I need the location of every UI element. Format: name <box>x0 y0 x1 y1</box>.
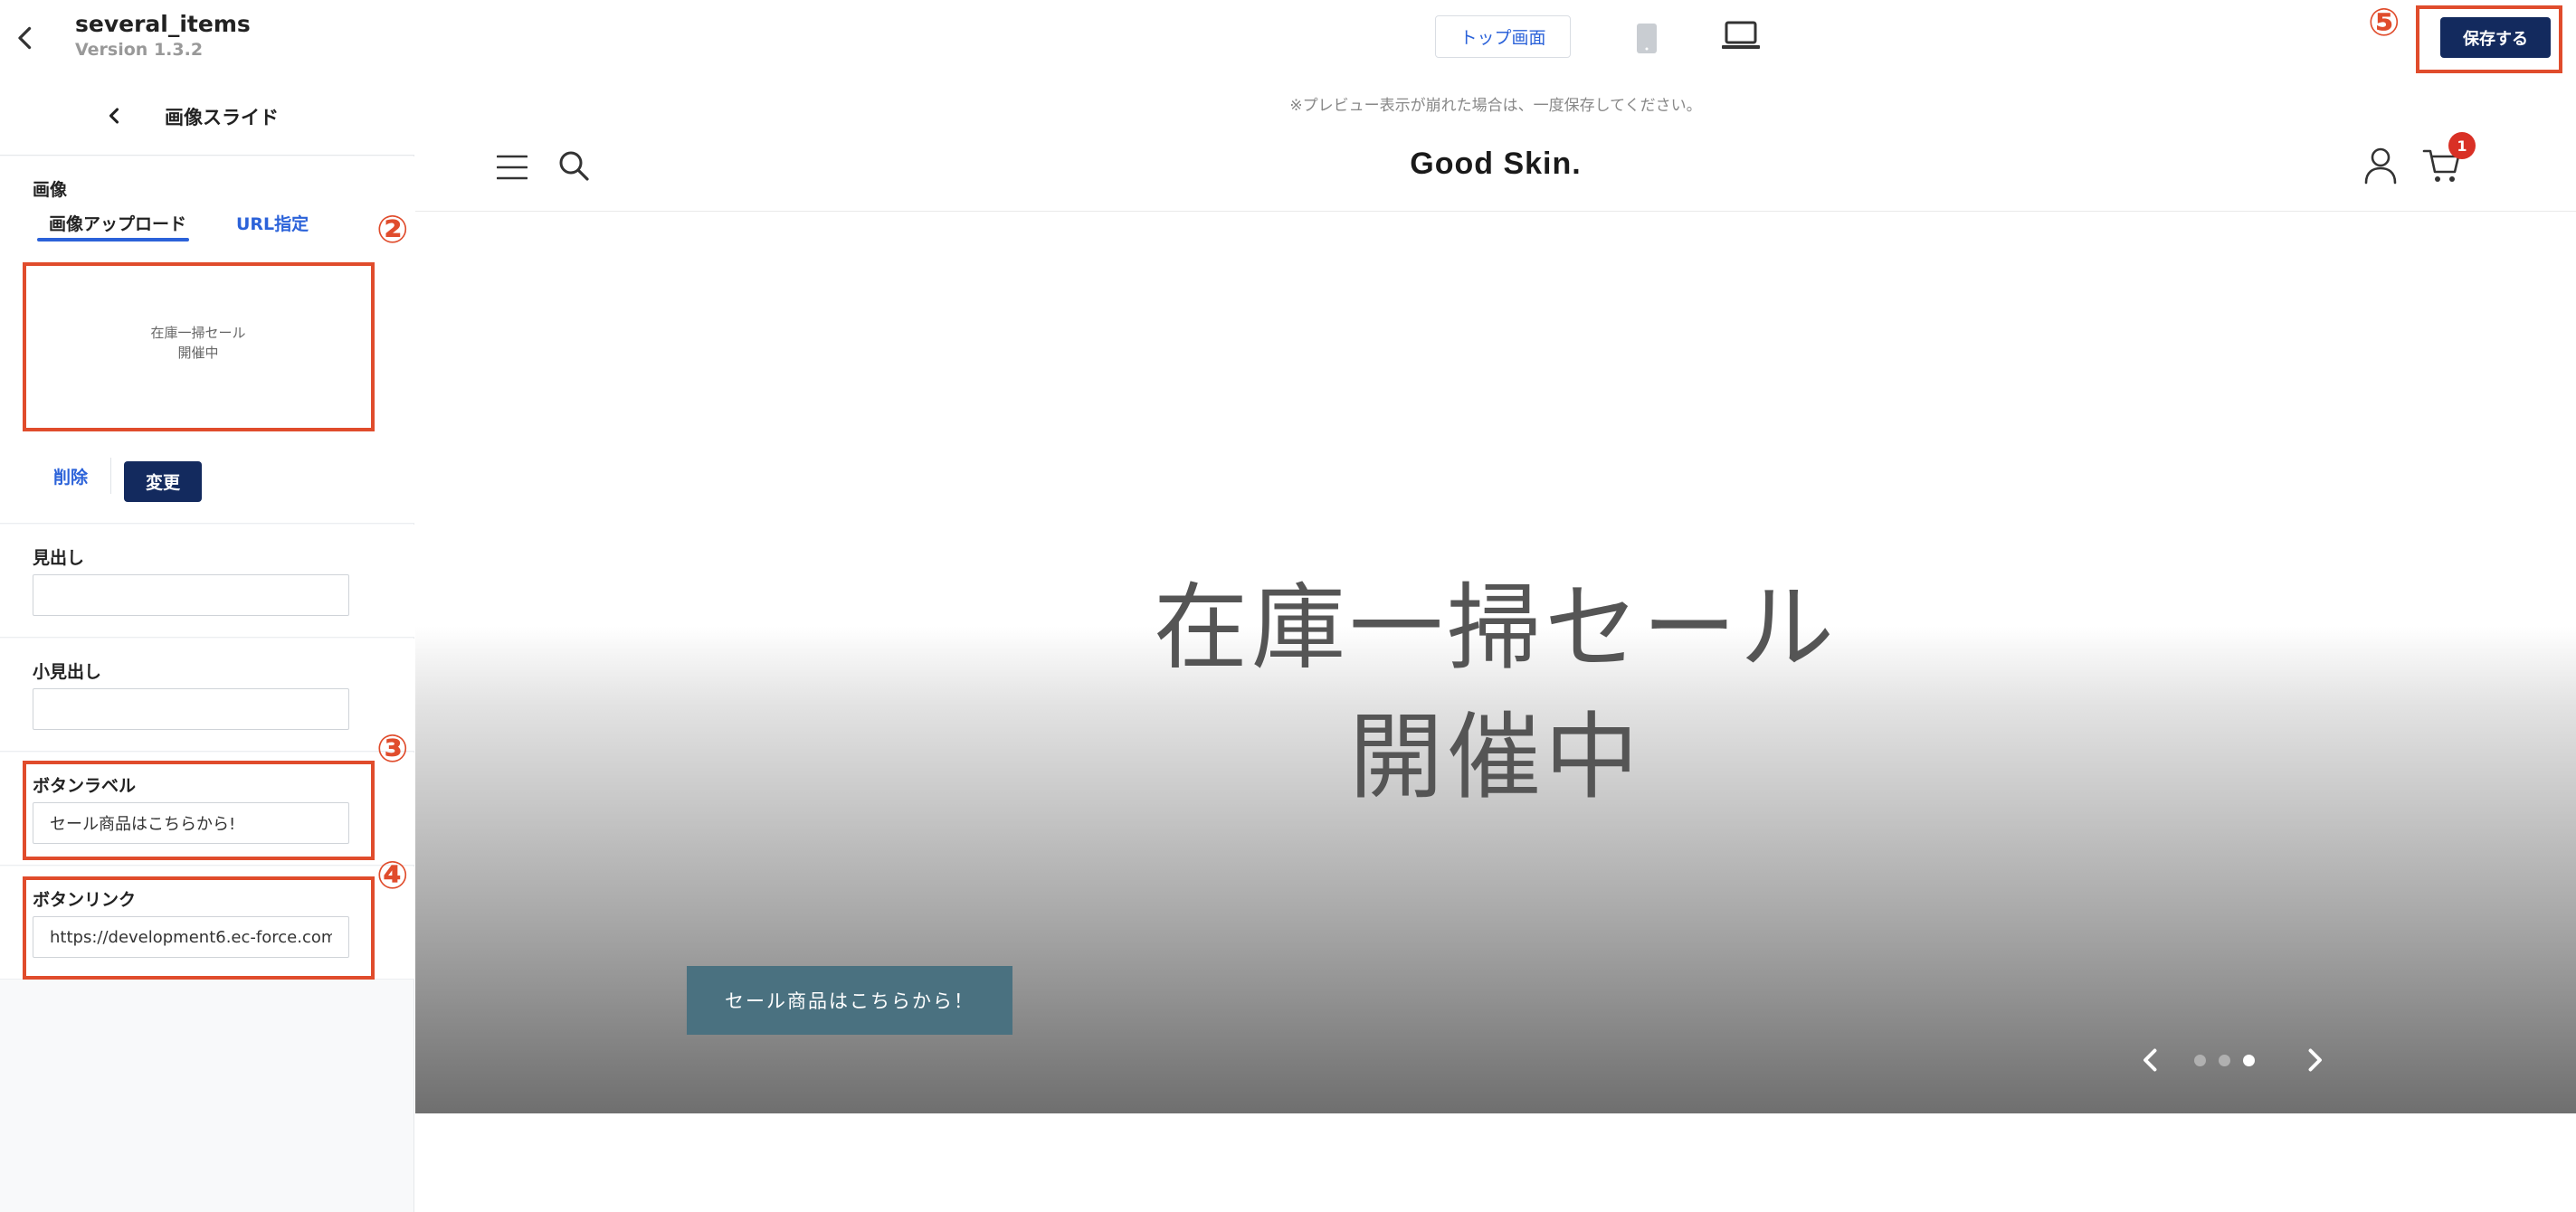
divider <box>110 458 111 494</box>
button-label-input[interactable] <box>33 802 349 844</box>
save-button[interactable]: 保存する <box>2440 17 2551 58</box>
hero-cta-button[interactable]: セール商品はこちらから！ <box>687 966 1012 1035</box>
hero-slide: 在庫一掃セール 開催中 セール商品はこちらから！ <box>415 212 2576 1113</box>
preview-pane: ※プレビュー表示が崩れた場合は、一度保存してください。 Good Skin. 1… <box>415 78 2576 1212</box>
tab-url[interactable]: URL指定 <box>236 211 309 235</box>
delete-button[interactable]: 削除 <box>53 464 88 488</box>
slide-prev-icon[interactable] <box>2134 1044 2167 1076</box>
active-tab-underline <box>37 238 189 241</box>
slide-dot-active[interactable] <box>2243 1055 2255 1066</box>
laptop-icon[interactable] <box>1721 20 1761 52</box>
app-version: Version 1.3.2 <box>75 40 204 60</box>
hero-title-line: 在庫一掃セール <box>1153 573 1838 683</box>
subheading-label: 小見出し <box>33 662 102 682</box>
heading-label: 見出し <box>33 548 85 568</box>
sidebar-title: 画像スライド <box>165 107 279 128</box>
annotation-marker: ③ <box>376 726 409 771</box>
slide-dot[interactable] <box>2194 1055 2206 1066</box>
shop-header: Good Skin. 1 <box>415 123 2576 212</box>
back-chevron-icon[interactable] <box>9 22 42 54</box>
preview-notice: ※プレビュー表示が崩れた場合は、一度保存してください。 <box>1289 97 1702 115</box>
slide-next-icon[interactable] <box>2298 1044 2331 1076</box>
hero-title-line: 開催中 <box>1348 702 1642 812</box>
image-label: 画像 <box>33 180 68 200</box>
slide-dot[interactable] <box>2219 1055 2230 1066</box>
shop-logo[interactable]: Good Skin. <box>415 147 2576 182</box>
heading-input[interactable] <box>33 574 349 616</box>
image-preview: 在庫一掃セール 開催中 <box>29 267 367 419</box>
app-title: several_items <box>75 11 251 37</box>
top-bar: several_items Version 1.3.2 トップ画面 保存する <box>0 0 2576 78</box>
button-link-input[interactable] <box>33 916 349 958</box>
change-button[interactable]: 変更 <box>124 461 202 502</box>
annotation-marker: ⑤ <box>2368 0 2400 44</box>
image-preview-line: 在庫一掃セール <box>150 325 246 341</box>
tab-image-upload[interactable]: 画像アップロード <box>49 211 186 235</box>
subheading-input[interactable] <box>33 688 349 730</box>
image-preview-line: 開催中 <box>177 345 219 361</box>
button-link-label: ボタンリンク <box>33 890 137 910</box>
annotation-marker: ② <box>376 207 409 251</box>
annotation-marker: ④ <box>376 853 409 897</box>
top-screen-button[interactable]: トップ画面 <box>1435 15 1571 58</box>
button-label-label: ボタンラベル <box>33 776 137 796</box>
sidebar-header: 画像スライド <box>0 78 414 156</box>
phone-icon[interactable] <box>1636 23 1658 54</box>
sidebar-back-icon[interactable] <box>101 103 127 128</box>
cart-count-badge: 1 <box>2448 132 2476 159</box>
user-icon[interactable] <box>2363 147 2398 185</box>
sidebar: 画像スライド 画像 画像アップロード URL指定 在庫一掃セール 開催中 削除 … <box>0 78 414 1212</box>
